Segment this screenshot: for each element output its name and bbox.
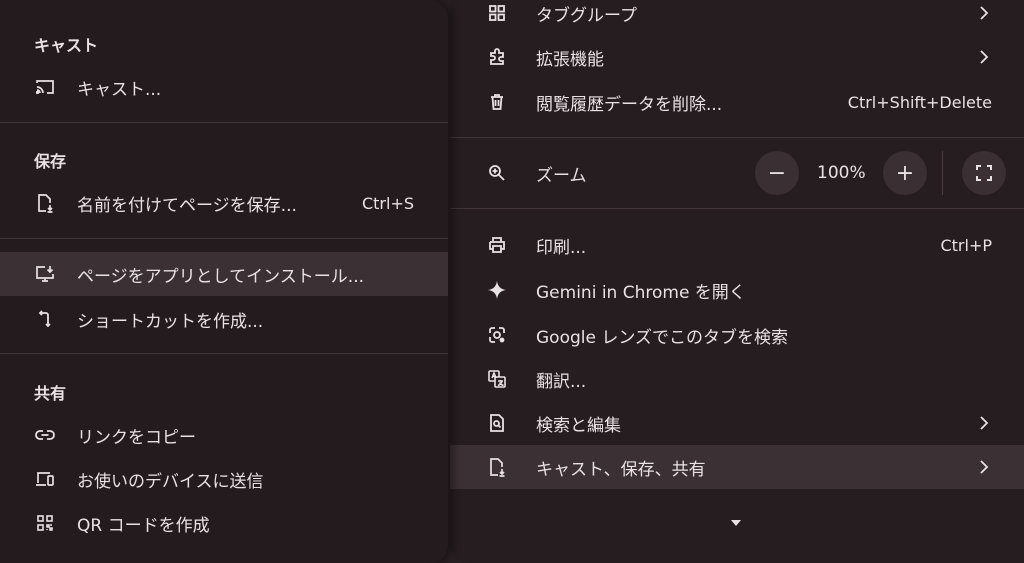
menu-divider <box>450 208 1024 209</box>
chevron-right-icon <box>980 6 989 20</box>
submenu-item-cast[interactable]: キャスト... <box>0 65 448 109</box>
zoom-divider <box>942 151 943 195</box>
plus-icon: + <box>895 160 915 186</box>
fullscreen-button[interactable] <box>962 151 1006 195</box>
submenu-item-label: 名前を付けてページを保存... <box>77 195 297 216</box>
menu-divider <box>0 238 448 239</box>
section-header-cast: キャスト <box>34 36 99 55</box>
menu-item-extensions[interactable]: 拡張機能 <box>450 35 1024 79</box>
menu-item-label: 印刷... <box>536 237 587 258</box>
chevron-right-icon <box>980 416 989 430</box>
shortcut-label: Ctrl+P <box>940 235 992 255</box>
create-shortcut-icon <box>34 308 56 330</box>
submenu-item-label: ページをアプリとしてインストール... <box>77 266 365 287</box>
menu-item-label: 閲覧履歴データを削除... <box>536 94 723 115</box>
menu-item-gemini[interactable]: Gemini in Chrome を開く <box>450 268 1024 312</box>
menu-item-print[interactable]: 印刷... Ctrl+P <box>450 223 1024 267</box>
menu-item-translate[interactable]: 翻訳... <box>450 357 1024 401</box>
shortcut-label: Ctrl+S <box>361 193 414 213</box>
save-page-icon <box>34 192 56 214</box>
gemini-sparkle-icon <box>486 279 508 301</box>
menu-item-label: タブグループ <box>536 5 637 26</box>
submenu-item-label: リンクをコピー <box>77 427 196 448</box>
menu-item-cast-save-share[interactable]: キャスト、保存、共有 <box>450 445 1024 489</box>
submenu-item-install-page-as-app[interactable]: ページをアプリとしてインストール... <box>0 252 448 296</box>
section-header-save: 保存 <box>34 152 67 171</box>
google-lens-icon <box>486 324 508 346</box>
menu-item-clear-browsing-data[interactable]: 閲覧履歴データを削除... Ctrl+Shift+Delete <box>450 80 1024 124</box>
menu-item-tab-groups[interactable]: タブグループ <box>450 0 1024 35</box>
zoom-label: ズーム <box>536 165 587 186</box>
menu-item-find-and-edit[interactable]: 検索と編集 <box>450 401 1024 445</box>
submenu-item-send-to-devices[interactable]: お使いのデバイスに送信 <box>0 457 448 501</box>
submenu-item-copy-link[interactable]: リンクをコピー <box>0 413 448 457</box>
submenu-item-label: QR コードを作成 <box>77 515 210 536</box>
shortcut-label: Ctrl+Shift+Delete <box>847 92 992 112</box>
cast-save-share-submenu: キャスト キャスト... 保存 名前を付けてページを保存... Ctrl+S ペ… <box>0 0 448 563</box>
chevron-right-icon <box>980 50 989 64</box>
submenu-item-create-shortcut[interactable]: ショートカットを作成... <box>0 297 448 341</box>
cast-save-share-icon <box>486 456 508 478</box>
print-icon <box>486 234 508 256</box>
submenu-item-label: キャスト... <box>77 79 162 100</box>
submenu-item-label: お使いのデバイスに送信 <box>77 471 264 492</box>
extensions-icon <box>486 46 508 68</box>
zoom-in-button[interactable]: + <box>883 151 927 195</box>
submenu-item-save-page-as[interactable]: 名前を付けてページを保存... Ctrl+S <box>0 181 448 225</box>
chrome-main-menu: タブグループ 拡張機能 閲覧履歴データを削除... Ctrl+Shift+Del… <box>450 0 1024 563</box>
menu-item-label: 検索と編集 <box>536 415 621 436</box>
tab-groups-icon <box>486 2 508 24</box>
menu-divider <box>0 353 448 354</box>
menu-item-zoom: ズーム <box>450 151 1024 195</box>
scroll-down-arrow-icon[interactable] <box>731 519 741 527</box>
menu-item-label: Google レンズでこのタブを検索 <box>536 327 789 348</box>
find-edit-icon <box>486 412 508 434</box>
menu-item-label: 拡張機能 <box>536 49 604 70</box>
fullscreen-icon <box>976 165 992 181</box>
zoom-out-button[interactable]: − <box>755 151 799 195</box>
menu-item-label: キャスト、保存、共有 <box>536 459 706 480</box>
zoom-icon <box>486 162 508 184</box>
chevron-right-icon <box>980 460 989 474</box>
cast-icon <box>34 76 56 98</box>
submenu-item-label: ショートカットを作成... <box>77 311 264 332</box>
trash-icon <box>486 91 508 113</box>
menu-divider <box>0 122 448 123</box>
zoom-level: 100% <box>817 163 866 183</box>
link-icon <box>34 424 56 446</box>
section-header-share: 共有 <box>34 384 67 403</box>
menu-item-label: 翻訳... <box>536 371 587 392</box>
install-app-icon <box>34 263 56 285</box>
send-to-devices-icon <box>34 468 56 490</box>
translate-icon <box>486 368 508 390</box>
qr-code-icon <box>34 512 56 534</box>
menu-item-label: Gemini in Chrome を開く <box>536 282 746 303</box>
minus-icon: − <box>767 160 787 186</box>
menu-item-google-lens[interactable]: Google レンズでこのタブを検索 <box>450 313 1024 357</box>
menu-divider <box>450 137 1024 138</box>
submenu-item-create-qr-code[interactable]: QR コードを作成 <box>0 501 448 545</box>
